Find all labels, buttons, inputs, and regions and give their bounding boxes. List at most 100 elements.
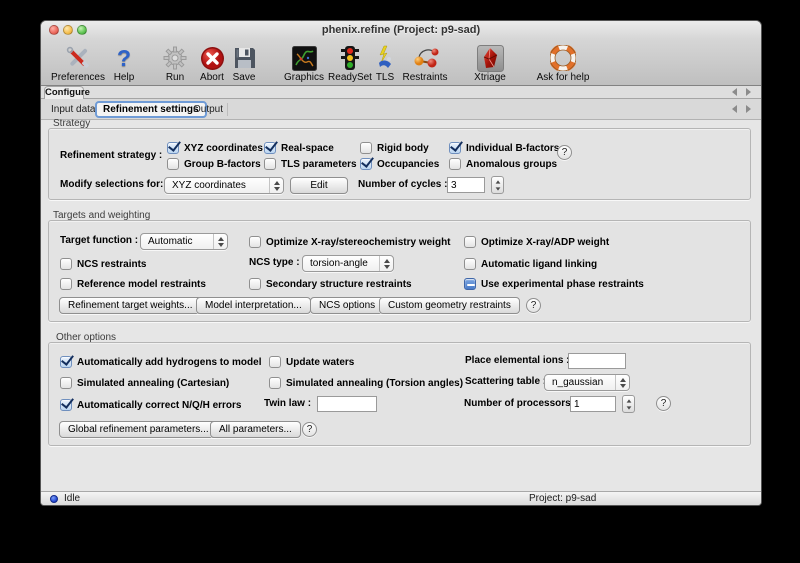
checkbox-indicator — [60, 399, 72, 411]
cycles-stepper[interactable] — [491, 176, 504, 194]
toolbar-xtriage-button[interactable]: Xtriage — [467, 41, 513, 83]
target-function-dropdown[interactable]: Automatic — [140, 233, 228, 250]
toolbar-abort-button[interactable]: Abort — [195, 41, 229, 83]
toolbar-graphics-button[interactable]: Graphics — [281, 41, 327, 83]
xtriage-icon — [477, 44, 504, 72]
checkbox-indicator — [249, 278, 261, 290]
checkbox-anomalous-groups[interactable]: Anomalous groups — [449, 156, 557, 172]
life-ring-icon — [550, 44, 576, 72]
scroll-left-icon[interactable] — [732, 88, 737, 96]
checkbox-correct-nqh-errors[interactable]: Automatically correct N/Q/H errors — [60, 397, 242, 413]
ncs-type-dropdown[interactable]: torsion-angle — [302, 255, 394, 272]
ncs-options-button[interactable]: NCS options — [310, 297, 384, 314]
number-of-processors-label: Number of processors : — [464, 396, 577, 412]
place-elemental-ions-field[interactable] — [568, 353, 626, 369]
toolbar-tls-button[interactable]: TLS — [373, 41, 397, 83]
scroll-left-icon[interactable] — [732, 105, 737, 113]
checkbox-indicator — [264, 158, 276, 170]
number-of-cycles-label: Number of cycles : — [358, 177, 447, 193]
scroll-right-icon[interactable] — [746, 88, 751, 96]
tab-refinement-settings[interactable]: Refinement settings — [95, 101, 207, 118]
checkbox-automatic-ligand-linking[interactable]: Automatic ligand linking — [464, 256, 597, 272]
app-window: phenix.refine (Project: p9-sad) Preferen… — [40, 20, 762, 506]
edit-button[interactable]: Edit — [290, 177, 348, 194]
run-gear-icon — [163, 44, 187, 72]
toolbar-run-button[interactable]: Run — [157, 41, 193, 83]
custom-geometry-restraints-button[interactable]: Custom geometry restraints — [379, 297, 520, 314]
tab-separator — [227, 103, 228, 116]
model-interpretation-button[interactable]: Model interpretation... — [196, 297, 311, 314]
checkbox-reference-model-restraints[interactable]: Reference model restraints — [60, 276, 206, 292]
checkbox-real-space[interactable]: Real-space — [264, 140, 334, 156]
save-icon — [233, 44, 256, 72]
checkbox-update-waters[interactable]: Update waters — [269, 354, 354, 370]
toolbar-label: TLS — [376, 72, 394, 83]
checkbox-xyz-coordinates[interactable]: XYZ coordinates — [167, 140, 263, 156]
checkbox-rigid-body[interactable]: Rigid body — [360, 140, 429, 156]
help-icon: ? — [117, 44, 131, 72]
tools-icon — [65, 44, 91, 72]
checkbox-add-hydrogens[interactable]: Automatically add hydrogens to model — [60, 354, 261, 370]
checkbox-ncs-restraints[interactable]: NCS restraints — [60, 256, 146, 272]
checkbox-indicator — [360, 158, 372, 170]
scroll-right-icon[interactable] — [746, 105, 751, 113]
toolbar-readyset-button[interactable]: ReadySet — [327, 41, 373, 83]
refinement-settings-panel: Strategy Refinement strategy : XYZ coord… — [41, 120, 761, 491]
checkbox-group-b-factors[interactable]: Group B-factors — [167, 156, 261, 172]
refinement-target-weights-button[interactable]: Refinement target weights... — [59, 297, 202, 314]
toolbar-save-button[interactable]: Save — [229, 41, 259, 83]
status-led-icon — [50, 495, 58, 503]
number-of-cycles-field[interactable] — [447, 177, 485, 193]
place-elemental-ions-label: Place elemental ions : — [465, 353, 570, 369]
tls-icon — [375, 44, 395, 72]
checkbox-simulated-annealing-torsion[interactable]: Simulated annealing (Torsion angles) — [269, 375, 463, 391]
tab-scroll-arrows — [732, 105, 751, 113]
settings-tab-strip: Input data Refinement settings Output — [41, 99, 761, 120]
checkbox-use-experimental-phase-restraints[interactable]: Use experimental phase restraints — [464, 276, 644, 292]
global-refinement-parameters-button[interactable]: Global refinement parameters... — [59, 421, 218, 438]
toolbar-label: Save — [233, 72, 256, 83]
scattering-table-dropdown[interactable]: n_gaussian — [544, 374, 630, 391]
tab-input-data[interactable]: Input data — [51, 103, 95, 117]
targets-help-button[interactable]: ? — [526, 298, 541, 313]
targets-groupbox: Target function : Automatic Optimize X-r… — [48, 220, 751, 322]
number-of-processors-field[interactable] — [570, 396, 616, 412]
toolbar-label: Preferences — [51, 72, 105, 83]
tab-output[interactable]: Output — [193, 103, 223, 117]
checkbox-optimize-xray-stereochemistry[interactable]: Optimize X-ray/stereochemistry weight — [249, 234, 451, 250]
toolbar-ask-for-help-button[interactable]: Ask for help — [531, 41, 595, 83]
checkbox-simulated-annealing-cartesian[interactable]: Simulated annealing (Cartesian) — [60, 375, 229, 391]
toolbar-preferences-button[interactable]: Preferences — [49, 41, 107, 83]
twin-law-label: Twin law : — [264, 396, 311, 412]
scattering-table-label: Scattering table : — [465, 374, 546, 390]
checkbox-indicator — [269, 377, 281, 389]
graphics-icon — [292, 44, 317, 72]
toolbar-restraints-button[interactable]: Restraints — [399, 41, 451, 83]
dropdown-arrows-icon — [615, 375, 629, 390]
toolbar-label: Restraints — [402, 72, 447, 83]
checkbox-indicator — [167, 142, 179, 154]
checkbox-indicator — [60, 356, 72, 368]
refinement-strategy-label: Refinement strategy : — [60, 148, 162, 164]
processors-help-button[interactable]: ? — [656, 396, 671, 411]
processors-stepper[interactable] — [622, 395, 635, 413]
strategy-help-button[interactable]: ? — [557, 145, 572, 160]
toolbar-help-button[interactable]: ? Help — [107, 41, 141, 83]
modify-selections-label: Modify selections for: — [60, 177, 163, 193]
checkbox-tls-parameters[interactable]: TLS parameters — [264, 156, 357, 172]
ncs-type-label: NCS type : — [249, 255, 300, 271]
checkbox-secondary-structure-restraints[interactable]: Secondary structure restraints — [249, 276, 412, 292]
checkbox-optimize-xray-adp[interactable]: Optimize X-ray/ADP weight — [464, 234, 609, 250]
all-parameters-button[interactable]: All parameters... — [210, 421, 301, 438]
checkbox-occupancies[interactable]: Occupancies — [360, 156, 439, 172]
status-text: Idle — [64, 493, 80, 504]
checkbox-indicator — [449, 142, 461, 154]
tab-configure[interactable]: Configure — [44, 86, 84, 99]
twin-law-field[interactable] — [317, 396, 377, 412]
modify-selections-dropdown[interactable]: XYZ coordinates — [164, 177, 284, 194]
checkbox-individual-b-factors[interactable]: Individual B-factors — [449, 140, 559, 156]
other-options-help-button[interactable]: ? — [302, 422, 317, 437]
title-bar: phenix.refine (Project: p9-sad) — [41, 21, 761, 39]
toolbar: Preferences ? Help — [41, 39, 761, 86]
toolbar-label: Abort — [200, 72, 224, 83]
